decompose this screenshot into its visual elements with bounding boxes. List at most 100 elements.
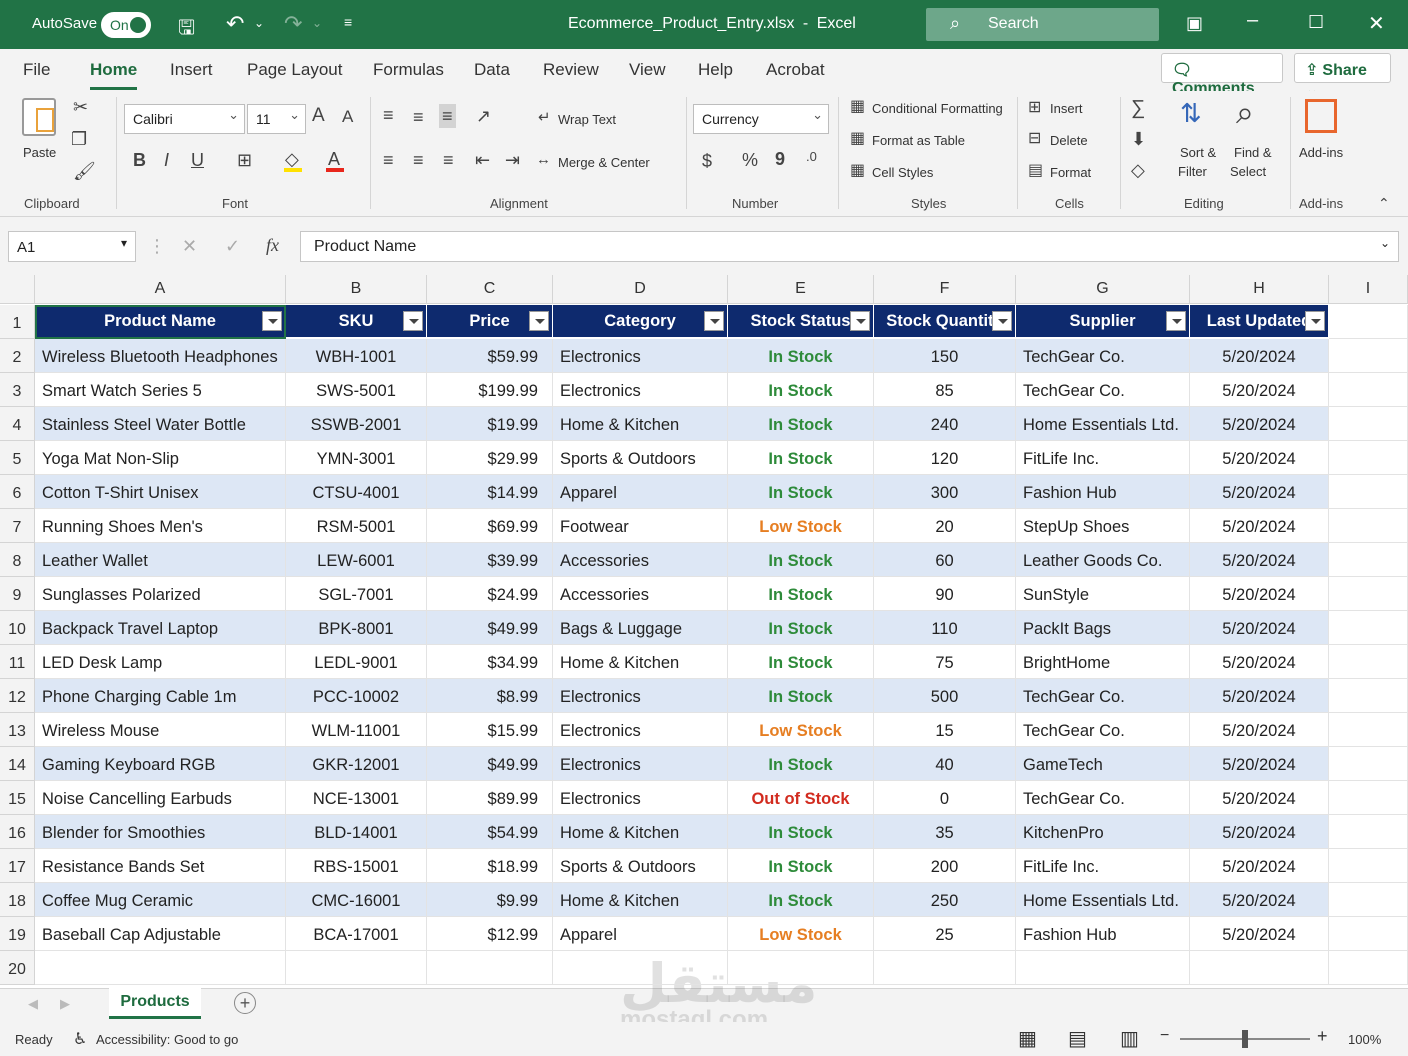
table-cell[interactable]: KitchenPro (1016, 815, 1190, 849)
table-cell[interactable]: $59.99 (427, 339, 553, 373)
table-cell[interactable]: Bags & Luggage (553, 611, 728, 645)
table-cell[interactable]: $34.99 (427, 645, 553, 679)
row-header[interactable]: 7 (0, 509, 35, 543)
table-cell[interactable]: FitLife Inc. (1016, 441, 1190, 475)
table-cell[interactable]: Leather Wallet (35, 543, 286, 577)
table-cell[interactable]: In Stock (728, 645, 874, 679)
table-cell[interactable]: Gaming Keyboard RGB (35, 747, 286, 781)
autosum-icon[interactable]: ∑ (1131, 98, 1145, 118)
table-cell[interactable]: TechGear Co. (1016, 713, 1190, 747)
increase-decimal-icon[interactable]: .0 (806, 150, 817, 163)
share-button[interactable]: ⇪Share ⌄ (1294, 53, 1391, 99)
tab-insert[interactable]: Insert (170, 60, 213, 80)
insert-function-button[interactable]: fx (266, 236, 279, 254)
table-cell[interactable]: LEW-6001 (286, 543, 427, 577)
align-top-icon[interactable]: ≡ (383, 106, 394, 124)
accessibility-status[interactable]: Accessibility: Good to go (96, 1032, 238, 1047)
align-middle-icon[interactable]: ≡ (413, 108, 424, 126)
table-cell[interactable]: BCA-17001 (286, 917, 427, 951)
table-cell[interactable]: Electronics (553, 713, 728, 747)
paste-icon[interactable] (22, 98, 56, 136)
table-cell[interactable]: BLD-14001 (286, 815, 427, 849)
table-cell[interactable]: Home & Kitchen (553, 883, 728, 917)
tab-data[interactable]: Data (474, 60, 510, 80)
find-select-icon[interactable]: ⌕ (1236, 96, 1254, 128)
table-cell[interactable]: $29.99 (427, 441, 553, 475)
grid-cell[interactable] (1329, 815, 1408, 849)
table-cell[interactable]: 25 (874, 917, 1016, 951)
enter-formula-icon[interactable]: ✓ (225, 237, 240, 255)
sort-filter-icon[interactable]: ⇅ (1180, 100, 1202, 126)
filter-dropdown-icon[interactable] (529, 311, 549, 331)
font-size-select[interactable]: 11 (247, 104, 306, 134)
format-painter-icon[interactable]: 🖌 (73, 162, 96, 180)
zoom-in-icon[interactable]: + (1317, 1026, 1328, 1047)
grid-cell[interactable] (1329, 679, 1408, 713)
table-cell[interactable]: 5/20/2024 (1190, 611, 1329, 645)
zoom-out-icon[interactable]: − (1160, 1027, 1169, 1045)
maximize-icon[interactable]: ☐ (1308, 12, 1324, 33)
table-cell[interactable]: Noise Cancelling Earbuds (35, 781, 286, 815)
table-cell[interactable]: 5/20/2024 (1190, 407, 1329, 441)
table-cell[interactable]: 5/20/2024 (1190, 917, 1329, 951)
grid-cell[interactable] (1329, 373, 1408, 407)
filter-dropdown-icon[interactable] (704, 311, 724, 331)
table-cell[interactable]: TechGear Co. (1016, 781, 1190, 815)
align-left-icon[interactable]: ≡ (383, 151, 394, 169)
table-cell[interactable]: In Stock (728, 849, 874, 883)
comma-style-button[interactable]: 9 (775, 150, 785, 168)
grid-cell[interactable] (1329, 577, 1408, 611)
table-cell[interactable]: Low Stock (728, 917, 874, 951)
table-cell[interactable]: GKR-12001 (286, 747, 427, 781)
normal-view-icon[interactable]: ▦ (1018, 1026, 1037, 1051)
table-cell[interactable]: Resistance Bands Set (35, 849, 286, 883)
grid-cell[interactable] (1329, 781, 1408, 815)
table-header-cell[interactable]: Supplier (1016, 305, 1190, 337)
add-ins-icon[interactable] (1305, 99, 1337, 133)
table-cell[interactable]: In Stock (728, 815, 874, 849)
format-as-table-button[interactable]: Format as Table (872, 133, 965, 148)
table-cell[interactable]: 5/20/2024 (1190, 781, 1329, 815)
row-header[interactable]: 14 (0, 747, 35, 781)
table-cell[interactable]: $199.99 (427, 373, 553, 407)
table-cell[interactable]: $39.99 (427, 543, 553, 577)
tab-view[interactable]: View (629, 60, 666, 80)
table-cell[interactable]: $12.99 (427, 917, 553, 951)
accounting-format-button[interactable]: $ (702, 152, 712, 170)
grid-cell[interactable] (1329, 645, 1408, 679)
table-cell[interactable]: In Stock (728, 883, 874, 917)
font-name-select[interactable]: Calibri (124, 104, 245, 134)
customize-qat-icon[interactable]: ≡ (344, 14, 352, 30)
grid-cell[interactable] (874, 951, 1016, 985)
row-header[interactable]: 15 (0, 781, 35, 815)
grid-cell[interactable] (1329, 747, 1408, 781)
grid-cell[interactable] (553, 951, 728, 985)
grid-cell[interactable] (1329, 951, 1408, 985)
row-header[interactable]: 1 (0, 305, 35, 339)
column-header-h[interactable]: H (1190, 275, 1329, 304)
close-icon[interactable]: ✕ (1368, 11, 1385, 36)
table-cell[interactable]: Home Essentials Ltd. (1016, 883, 1190, 917)
row-header[interactable]: 10 (0, 611, 35, 645)
table-cell[interactable]: 5/20/2024 (1190, 747, 1329, 781)
cell-styles-icon[interactable]: ▦ (850, 163, 865, 179)
row-header[interactable]: 6 (0, 475, 35, 509)
tab-help[interactable]: Help (698, 60, 733, 80)
underline-button[interactable]: U (191, 151, 204, 169)
find-label-1[interactable]: Find & (1234, 145, 1272, 160)
table-cell[interactable]: Low Stock (728, 509, 874, 543)
row-header[interactable]: 18 (0, 883, 35, 917)
grid-cell[interactable] (1190, 951, 1329, 985)
table-cell[interactable]: SunStyle (1016, 577, 1190, 611)
table-cell[interactable]: 5/20/2024 (1190, 577, 1329, 611)
table-cell[interactable]: In Stock (728, 475, 874, 509)
collapse-ribbon-icon[interactable]: ⌃ (1378, 196, 1390, 210)
table-cell[interactable]: 5/20/2024 (1190, 849, 1329, 883)
filter-dropdown-icon[interactable] (1305, 311, 1325, 331)
table-cell[interactable]: Sunglasses Polarized (35, 577, 286, 611)
table-cell[interactable]: In Stock (728, 679, 874, 713)
grid-cell[interactable] (1329, 713, 1408, 747)
table-cell[interactable]: $54.99 (427, 815, 553, 849)
table-cell[interactable]: 5/20/2024 (1190, 543, 1329, 577)
table-header-cell[interactable]: Last Updated (1190, 305, 1329, 337)
